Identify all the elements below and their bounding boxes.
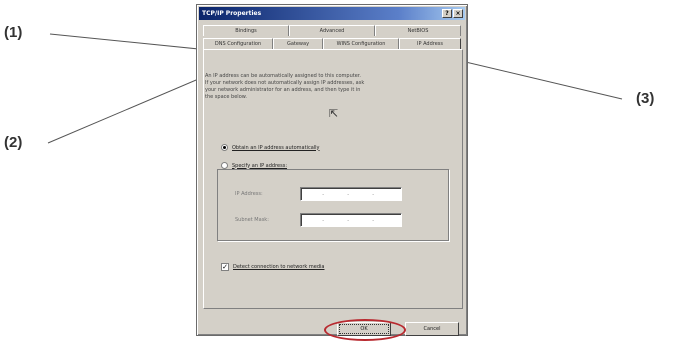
callout-2: (2) [4, 134, 23, 151]
description-line: An IP address can be automatically assig… [205, 73, 361, 79]
description-line: your network administrator for an addres… [205, 87, 361, 93]
title-bar[interactable]: TCP/IP Properties ? × [199, 7, 465, 20]
tcpip-properties-dialog: TCP/IP Properties ? × Bindings Advanced … [196, 4, 468, 341]
specify-ip-label: Specify an IP address: [232, 162, 288, 169]
description-line: the space below. [205, 94, 247, 100]
help-button[interactable]: ? [442, 9, 452, 18]
ip-address-groupbox [217, 169, 449, 241]
tab-advanced[interactable]: Advanced [289, 25, 375, 36]
ip-address-field[interactable]: . . . [300, 187, 402, 201]
description-text: An IP address can be automatically assig… [205, 73, 455, 101]
mouse-cursor-icon: ⇱ [329, 107, 339, 120]
obtain-ip-automatically-label: Obtain an IP address automatically [232, 144, 320, 151]
detect-connection-checkbox[interactable]: ✓ [221, 263, 229, 271]
detect-connection-option[interactable]: ✓ Detect connection to network media [221, 263, 324, 271]
tab-bindings[interactable]: Bindings [203, 25, 289, 36]
tab-netbios[interactable]: NetBIOS [375, 25, 461, 36]
tab-gateway[interactable]: Gateway [273, 38, 323, 49]
subnet-mask-label: Subnet Mask: [235, 217, 269, 223]
specify-ip-option[interactable]: Specify an IP address: [221, 162, 287, 169]
tab-dns-configuration[interactable]: DNS Configuration [203, 38, 273, 49]
radio-button-selected[interactable] [221, 144, 228, 151]
subnet-mask-field[interactable]: . . . [300, 213, 402, 227]
detect-connection-label: Detect connection to network media [233, 264, 325, 270]
tab-row-back: Bindings Advanced NetBIOS [203, 25, 461, 36]
callout-1: (1) [4, 24, 23, 41]
cancel-button[interactable]: Cancel [405, 322, 459, 336]
radio-button[interactable] [221, 162, 228, 169]
obtain-ip-automatically-option[interactable]: Obtain an IP address automatically [221, 144, 320, 151]
ok-button-highlight-ellipse [324, 319, 406, 341]
close-button[interactable]: × [453, 9, 463, 18]
tab-wins-configuration[interactable]: WINS Configuration [323, 38, 399, 49]
callout-3: (3) [636, 90, 655, 107]
description-line: If your network does not automatically a… [205, 80, 365, 86]
dialog-title: TCP/IP Properties [202, 10, 262, 17]
tab-ip-address[interactable]: IP Address [399, 38, 461, 49]
tab-row-front: DNS Configuration Gateway WINS Configura… [203, 38, 461, 49]
ip-address-label: IP Address: [235, 191, 263, 197]
